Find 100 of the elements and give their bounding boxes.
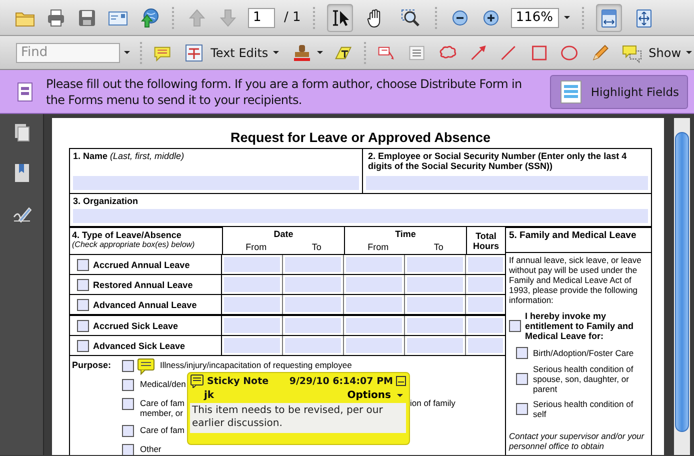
purpose-label: Care of fam <box>140 425 184 435</box>
purpose-label: member, or <box>140 408 184 418</box>
fmla-heading: 5. Family and Medical Leave <box>506 226 651 253</box>
note-icon[interactable] <box>137 358 155 376</box>
purpose-label: ion of family <box>410 398 456 408</box>
scrollbar[interactable] <box>674 118 690 455</box>
checkbox[interactable] <box>77 320 89 332</box>
leave-type-label: Restored Annual Leave <box>93 280 193 290</box>
total-hours-heading: Total Hours <box>472 230 500 251</box>
leave-type-label: Accrued Sick Leave <box>93 320 178 330</box>
zoom-field[interactable]: 116% <box>510 8 559 28</box>
highlight-fields-button[interactable]: Highlight Fields <box>550 74 688 108</box>
reason-label: Birth/Adoption/Foster Care <box>533 348 634 358</box>
column-heading: To <box>312 242 322 252</box>
leave-type-hint: (Check appropriate box(es) below) <box>72 240 195 249</box>
checkbox[interactable] <box>516 347 528 359</box>
dropdown-caret-icon <box>273 51 280 54</box>
leave-type-heading: 4. Type of Leave/Absence <box>72 230 182 240</box>
purpose-label: Other <box>140 444 162 454</box>
input-field[interactable] <box>224 257 280 272</box>
input-field[interactable] <box>407 297 463 312</box>
dropdown-caret-icon[interactable] <box>564 16 570 19</box>
checkbox[interactable] <box>516 403 528 415</box>
note-author: jk <box>204 390 214 400</box>
input-field[interactable] <box>224 277 280 292</box>
page-total: / 1 <box>284 10 301 25</box>
globe-arrow-icon[interactable] <box>138 6 160 28</box>
input-field[interactable] <box>224 338 280 353</box>
input-field[interactable] <box>346 338 402 353</box>
leave-type-label: Accrued Annual Leave <box>93 260 190 270</box>
page-number-field[interactable]: 1 <box>248 8 275 28</box>
input-field[interactable] <box>407 277 463 292</box>
input-field[interactable] <box>346 257 402 272</box>
date-heading: Date <box>274 229 294 239</box>
input-field[interactable] <box>285 318 341 333</box>
organization-field[interactable] <box>73 209 648 223</box>
checkbox[interactable] <box>77 258 89 270</box>
checkbox[interactable] <box>122 398 134 410</box>
purpose-heading: Purpose: <box>72 360 112 372</box>
checkbox[interactable] <box>122 360 134 372</box>
invoke-label: I hereby invoke my entitlement to Family and Medical Leave for: <box>525 311 635 341</box>
minimize-icon[interactable] <box>396 376 406 386</box>
organization-label: 3. Organization <box>73 196 140 206</box>
form-title: Request for Leave or Approved Absence <box>229 130 492 145</box>
checkbox[interactable] <box>77 278 89 290</box>
column-heading: To <box>434 242 444 252</box>
text-edits-icon[interactable] <box>182 42 205 64</box>
input-field[interactable] <box>407 338 463 353</box>
note-text: This item needs to be revised, per our earlier discussion. <box>190 403 406 433</box>
print-icon[interactable] <box>45 6 67 28</box>
checkbox[interactable] <box>122 425 134 437</box>
find-field[interactable]: Find <box>16 42 120 62</box>
checkbox[interactable] <box>509 320 521 332</box>
checkbox[interactable] <box>77 298 89 310</box>
input-field[interactable] <box>285 257 341 272</box>
purpose-label: Medical/den <box>140 379 186 389</box>
scrollbar-thumb[interactable] <box>675 132 689 432</box>
fields-icon <box>558 78 583 104</box>
checkbox[interactable] <box>122 379 134 391</box>
options-menu[interactable]: Options <box>347 390 403 400</box>
reason-label: Serious health condition of self <box>533 399 634 419</box>
input-field[interactable] <box>468 318 503 333</box>
checkbox[interactable] <box>77 340 89 352</box>
input-field[interactable] <box>346 277 402 292</box>
input-field[interactable] <box>407 257 463 272</box>
input-field[interactable] <box>468 277 503 292</box>
employee-number-field[interactable] <box>366 176 648 190</box>
input-field[interactable] <box>285 338 341 353</box>
name-field[interactable] <box>73 176 359 190</box>
input-field[interactable] <box>468 297 503 312</box>
dropdown-caret-icon <box>397 394 403 396</box>
employee-number-label: 2. Employee or Social Security Number (Enter only the last 4 digits of the Social Security Number (SSN)) <box>367 151 628 171</box>
input-field[interactable] <box>407 318 463 333</box>
input-field[interactable] <box>346 318 402 333</box>
contact-note: Contact your supervisor and/or your personnel office to obtain <box>509 431 646 451</box>
input-field[interactable] <box>224 297 280 312</box>
purpose-label: Care of fam <box>140 398 184 408</box>
dropdown-caret-icon[interactable] <box>124 51 130 54</box>
input-field[interactable] <box>285 297 341 312</box>
note-date: 9/29/10 6:14:07 PM <box>289 376 393 386</box>
fmla-instructions: If annual leave, sick leave, or leave without pay will be used under the Family and Medical Leave Act of 1993, please provide the following information: <box>509 255 642 305</box>
text-edits-button[interactable]: Text Edits <box>208 40 282 64</box>
leave-type-label: Advanced Annual Leave <box>93 300 197 310</box>
time-heading: Time <box>395 229 416 239</box>
input-field[interactable] <box>468 257 503 272</box>
checkbox[interactable] <box>122 444 134 455</box>
checkbox[interactable] <box>516 373 528 385</box>
dropdown-caret-icon <box>686 51 692 54</box>
note-title: Sticky Note <box>207 376 269 386</box>
reason-label: Serious health condition of spouse, son, daughter, or parent <box>533 364 634 394</box>
input-field[interactable] <box>346 297 402 312</box>
leave-type-label: Advanced Sick Leave <box>93 340 186 350</box>
purpose-label: Illness/injury/incapacitation of requesting employee <box>160 360 352 370</box>
show-button[interactable]: Show <box>646 40 694 64</box>
column-heading: From <box>246 242 267 252</box>
dropdown-caret-icon[interactable] <box>317 51 324 54</box>
input-field[interactable] <box>468 338 503 353</box>
form-instructions: Please fill out the following form. If you are a form author, choose Distribute Form in the Forms menu to send it to your recipients. <box>46 76 523 108</box>
input-field[interactable] <box>285 277 341 292</box>
input-field[interactable] <box>224 318 280 333</box>
